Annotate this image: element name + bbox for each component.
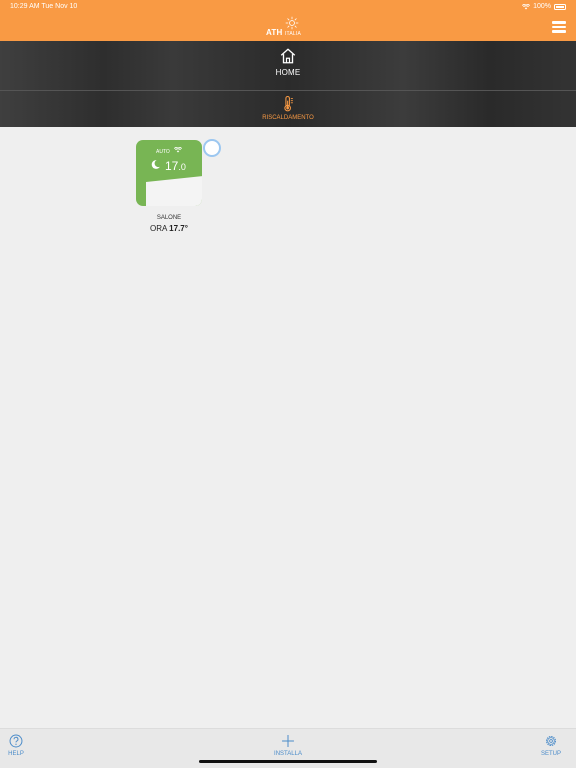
header-bar: ATH ITALIA [0,14,576,41]
setup-button[interactable]: SETUP [538,734,564,757]
help-icon [9,734,23,748]
setpoint-temperature: 17.0 [165,159,186,173]
tab-riscaldamento-label: RISCALDAMENTO [262,115,314,121]
home-indicator[interactable] [199,760,377,763]
tab-home[interactable]: HOME [258,47,318,87]
install-label: INSTALLA [274,751,302,757]
thermostat-tile[interactable]: AUTO 17.0 [136,140,202,206]
tab-home-label: HOME [275,68,301,77]
wifi-icon [522,3,531,9]
thermometer-icon [284,95,293,112]
gear-icon [545,735,557,747]
wifi-icon [174,147,182,153]
status-time: 10:29 AM Tue Nov 10 [10,3,78,10]
logo-text: ATH ITALIA [266,28,302,37]
install-button[interactable]: INSTALLA [270,734,306,757]
help-label: HELP [8,751,24,757]
room-name: SALONE [156,215,182,221]
tile-decoration [146,176,202,206]
moon-icon [151,160,160,169]
plus-icon [282,735,294,747]
hero-banner: HOME RISCALDAMENTO [0,41,576,127]
help-button[interactable]: HELP [6,734,26,757]
battery-icon [554,3,566,10]
home-icon [280,48,296,64]
status-right: 100% [522,3,566,10]
current-temperature: ORA 17.7° [150,224,188,233]
hamburger-menu-icon[interactable] [552,21,566,33]
select-radio[interactable] [203,139,221,157]
status-bar: 10:29 AM Tue Nov 10 100% [0,0,576,14]
setup-label: SETUP [540,751,561,757]
mode-label: AUTO [156,149,170,155]
brand-logo: ATH ITALIA [266,16,312,40]
tab-riscaldamento[interactable]: RISCALDAMENTO [252,95,324,125]
battery-percent: 100% [533,3,551,10]
